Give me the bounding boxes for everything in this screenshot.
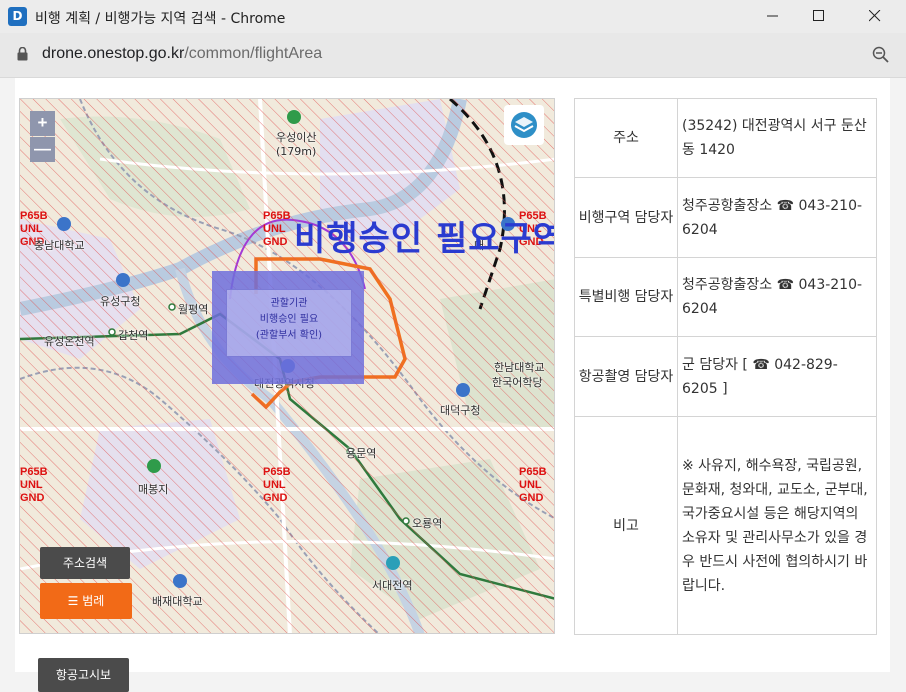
map-label-chungnam: 충남대학교 <box>34 239 85 252</box>
authority-popup: 관할기관 비행승인 필요 (관할부서 확인) <box>226 289 352 357</box>
minimize-button[interactable] <box>750 0 796 33</box>
zone-label: P65B UNL GND <box>20 466 48 504</box>
maximize-button[interactable] <box>796 0 842 33</box>
mountain-marker-icon <box>287 110 301 124</box>
notam-button[interactable]: 항공고시보 <box>38 658 129 692</box>
row-value: 청주공항출장소 ☎ 043-210-6204 <box>677 257 877 337</box>
row-value: 청주공항출장소 ☎ 043-210-6204 <box>677 177 877 258</box>
office-marker-icon <box>456 383 470 397</box>
table-row: 비고 ※ 사유지, 해수욕장, 국립공원, 문화재, 청와대, 교도소, 군부대… <box>574 416 877 635</box>
map-label-hanguk: 한국어학당 <box>492 376 543 389</box>
layers-button[interactable] <box>504 105 544 145</box>
row-header: 특별비행 담당자 <box>574 257 678 337</box>
row-header: 항공촬영 담당자 <box>574 336 678 417</box>
map-label-wolpyeong: 월평역 <box>178 303 209 316</box>
map-label-seodae: 서대전역 <box>372 579 413 592</box>
zone-label: P65B UNL GND <box>519 466 547 504</box>
maximize-icon <box>813 10 824 21</box>
map-label-maebong: 매봉지 <box>138 483 169 496</box>
map-label-oryong: 오룡역 <box>412 517 443 530</box>
url-path: /common/flightArea <box>184 45 323 62</box>
row-header: 주소 <box>574 98 678 178</box>
flight-area-map[interactable]: + — P65B UNL GND P65B UNL GND P65B UNL G… <box>19 98 555 634</box>
menu-icon: ☰ <box>67 594 83 608</box>
row-header: 비고 <box>574 416 678 635</box>
map-label-daedeok: 대덕구청 <box>440 404 481 417</box>
legend-label: 범례 <box>82 594 105 608</box>
map-label-woosung: 우성이산 <box>276 131 317 144</box>
app-icon: D <box>8 7 27 26</box>
map-label-hannam: 한남대학교 <box>494 361 545 374</box>
table-row: 비행구역 담당자 청주공항출장소 ☎ 043-210-6204 <box>574 177 877 258</box>
popup-line-1: 관할기관 <box>270 298 308 309</box>
info-table: 주소 (35242) 대전광역시 서구 둔산동 1420 비행구역 담당자 청주… <box>574 98 877 635</box>
table-row: 특별비행 담당자 청주공항출장소 ☎ 043-210-6204 <box>574 257 877 337</box>
minimize-icon <box>767 15 778 17</box>
row-value: 군 담당자 [ ☎ 042-829-6205 ] <box>677 336 877 417</box>
zone-label: P65B UNL GND <box>263 210 291 248</box>
row-value: ※ 사유지, 해수욕장, 국립공원, 문화재, 청와대, 교도소, 군부대, 국… <box>677 416 877 635</box>
zoom-out-icon[interactable] <box>872 46 890 64</box>
map-label-gapcheon: 갑천역 <box>118 329 149 342</box>
map-label-baejae: 배재대학교 <box>152 595 203 608</box>
zoom-in-button[interactable]: + <box>30 111 55 136</box>
layers-icon <box>511 112 537 138</box>
url-host: drone.onestop.go.kr <box>42 45 185 62</box>
close-button[interactable] <box>852 0 898 33</box>
map-label-height: (179m) <box>276 145 317 158</box>
row-value: (35242) 대전광역시 서구 둔산동 1420 <box>677 98 877 178</box>
zoom-control: + — <box>30 111 55 163</box>
close-icon <box>869 10 881 22</box>
lock-icon <box>17 47 28 61</box>
zoom-out-button[interactable]: — <box>30 137 55 162</box>
school-marker-icon <box>57 217 71 231</box>
popup-line-3: (관할부서 확인) <box>255 330 323 341</box>
mountain-marker-icon <box>147 459 161 473</box>
page-content: + — P65B UNL GND P65B UNL GND P65B UNL G… <box>15 78 890 692</box>
legend-button[interactable]: ☰ 범례 <box>40 583 132 619</box>
table-row: 항공촬영 담당자 군 담당자 [ ☎ 042-829-6205 ] <box>574 336 877 417</box>
address-search-button[interactable]: 주소검색 <box>40 547 130 579</box>
map-label-yuseong-spa: 유성온천역 <box>44 335 95 348</box>
map-label-yuseong-gu: 유성구청 <box>100 295 141 308</box>
approval-required-warning: 비행승인 필요구역 <box>294 219 555 259</box>
address-bar[interactable]: drone.onestop.go.kr/common/flightArea <box>0 33 906 78</box>
table-row: 주소 (35242) 대전광역시 서구 둔산동 1420 <box>574 98 877 178</box>
zone-label: P65B UNL GND <box>263 466 291 504</box>
office-marker-icon <box>116 273 130 287</box>
window-title: 비행 계획 / 비행가능 지역 검색 - Chrome <box>35 11 286 27</box>
station-marker-icon <box>386 556 400 570</box>
map-label-yongmun: 용문역 <box>346 447 377 460</box>
url-text[interactable]: drone.onestop.go.kr/common/flightArea <box>42 45 322 63</box>
school-marker-icon <box>173 574 187 588</box>
title-bar: D 비행 계획 / 비행가능 지역 검색 - Chrome <box>0 0 906 33</box>
row-header: 비행구역 담당자 <box>574 177 678 258</box>
popup-line-2: 비행승인 필요 <box>259 314 319 325</box>
